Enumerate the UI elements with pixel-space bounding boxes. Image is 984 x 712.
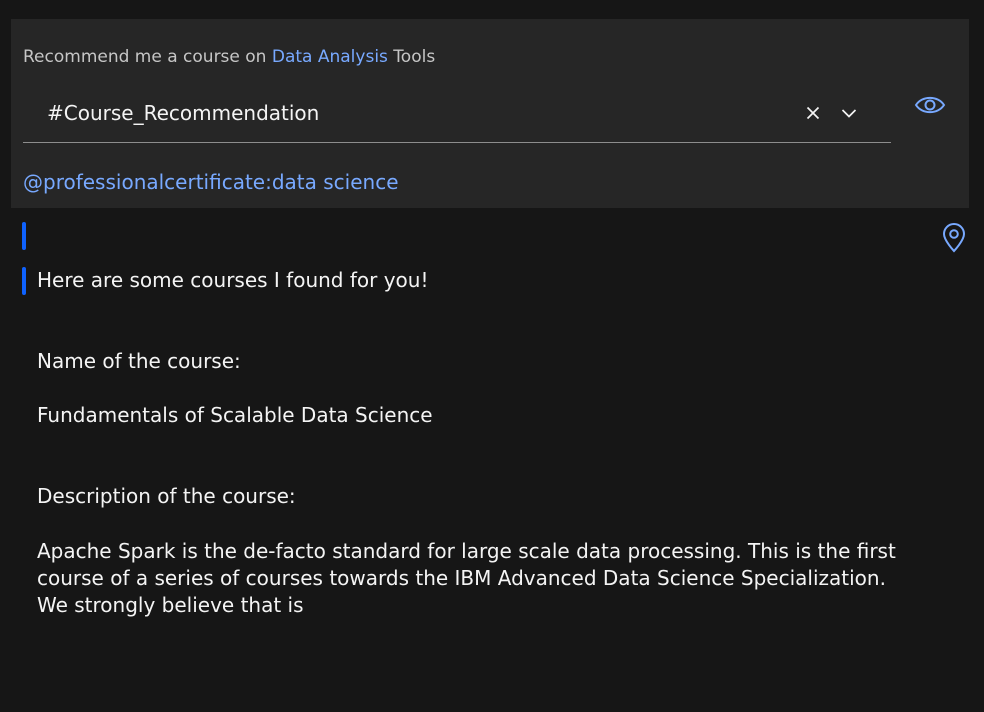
user-prompt: Recommend me a course on Data Analysis T… (23, 47, 435, 67)
course-description-value: Apache Spark is the de-facto standard fo… (37, 539, 896, 617)
course-name-value: Fundamentals of Scalable Data Science (37, 403, 433, 427)
entity-tag[interactable]: @professionalcertificate:data science (23, 170, 399, 194)
intent-value: #Course_Recommendation (47, 101, 320, 125)
course-description-label: Description of the course: (37, 484, 296, 508)
message-bar (22, 267, 26, 295)
chevron-down-icon[interactable] (839, 103, 859, 123)
prompt-prefix: Recommend me a course on (23, 47, 272, 67)
location-pin-icon[interactable] (941, 223, 967, 253)
eye-icon[interactable] (914, 92, 946, 118)
prompt-suffix: Tools (387, 47, 436, 67)
input-panel: Recommend me a course on Data Analysis T… (11, 19, 969, 208)
intent-dropdown[interactable]: #Course_Recommendation (23, 101, 891, 143)
close-icon[interactable] (803, 103, 823, 123)
response-intro: Here are some courses I found for you! (37, 268, 429, 292)
course-name-label: Name of the course: (37, 349, 241, 373)
prompt-entity-link[interactable]: Data Analysis (272, 47, 388, 67)
message-bar (22, 222, 26, 250)
